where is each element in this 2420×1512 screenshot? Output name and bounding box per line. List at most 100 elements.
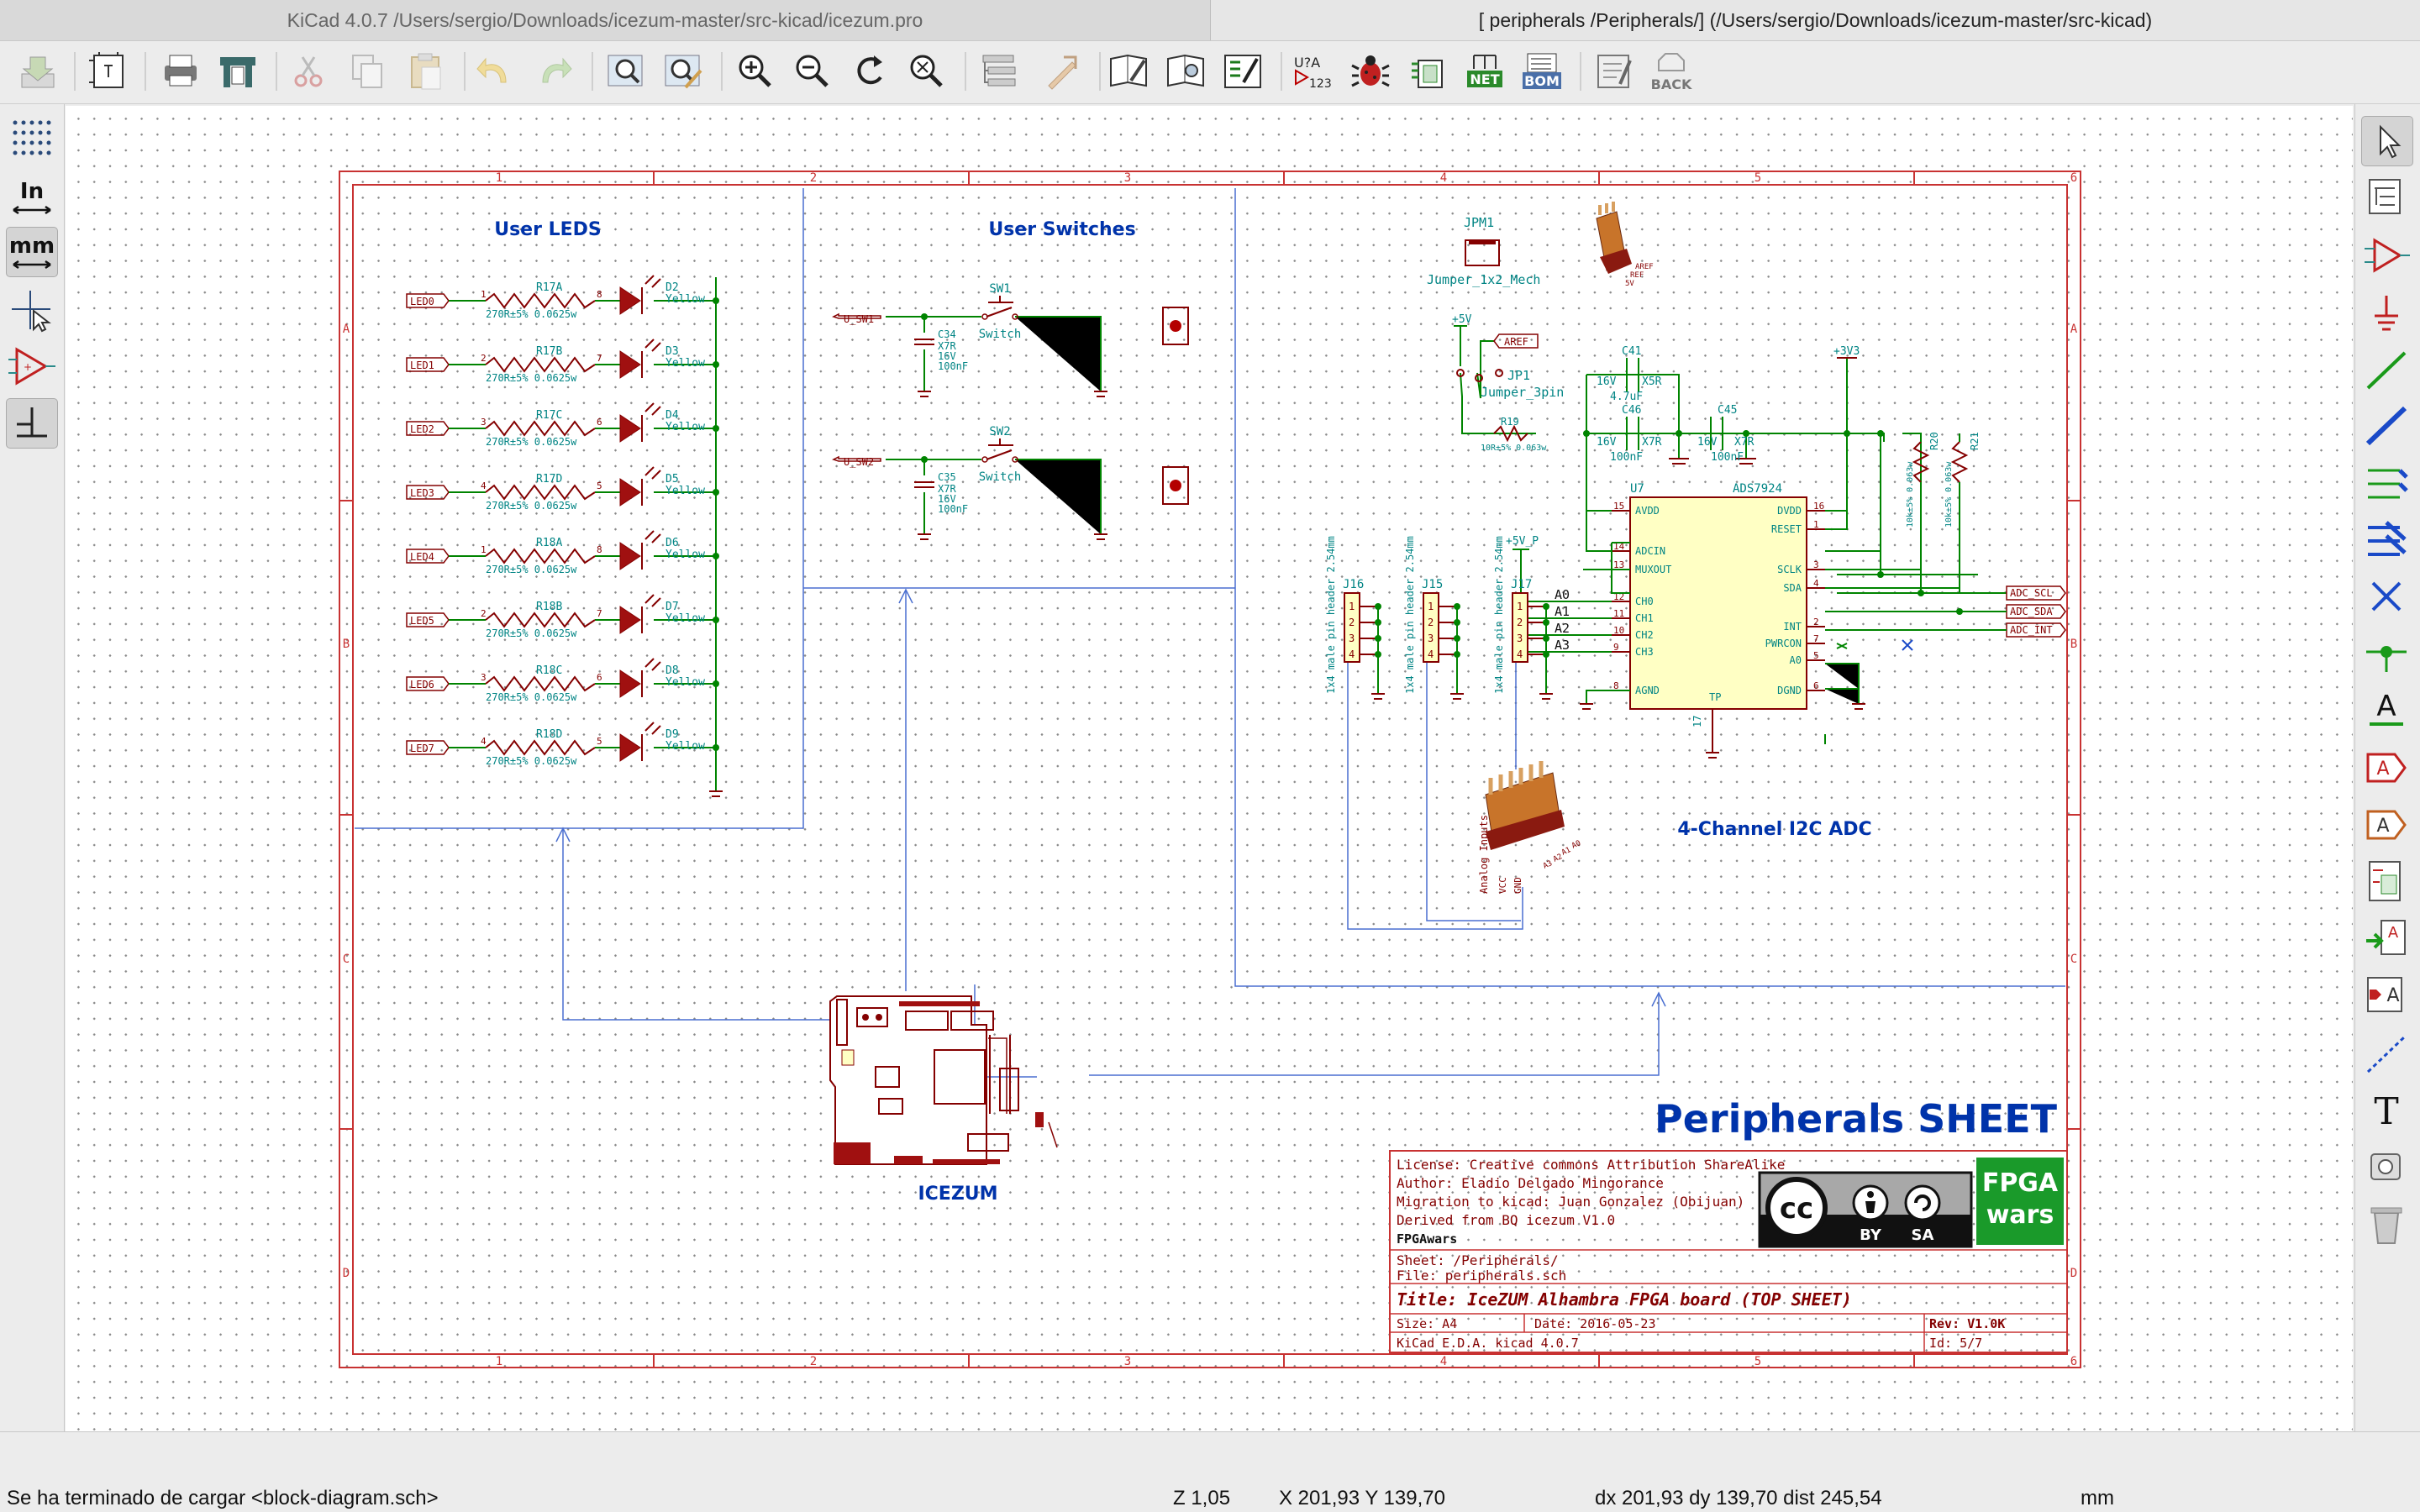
- adc-section: JPM1 Jumper_1x2_Mech AREF REF 5V +5V ARE…: [1325, 202, 2066, 894]
- migration-text: Migration to kicad: Juan Gonzalez (Obiju…: [1397, 1194, 1744, 1210]
- aref-pin-label: AREF: [1635, 263, 1654, 271]
- channel-label: A2: [1555, 621, 1570, 636]
- pin-header[interactable]: J15 1x4 male pin header 2.54mm 1 2 3 4: [1404, 536, 1464, 700]
- zoom-out-icon[interactable]: [790, 49, 835, 94]
- led-row[interactable]: LED5 R18B 270R±5% 0.0625w 2 7 D7Yellow: [406, 594, 719, 639]
- library-viewer-icon[interactable]: [1220, 49, 1265, 94]
- icezum-board-symbol[interactable]: [829, 995, 1058, 1165]
- netlist-icon[interactable]: NET: [1462, 49, 1507, 94]
- switch-sw2-circuit[interactable]: U_SW2 C35 X7R 16V 100nF SW2 Switch: [832, 425, 1189, 540]
- status-message: Se ha terminado de cargar <block-diagram…: [7, 1487, 439, 1509]
- cvpcb-icon[interactable]: [1405, 49, 1450, 94]
- sheet-title: Peripherals SHEET: [1655, 1096, 2058, 1142]
- hierarchy-icon[interactable]: [2361, 173, 2412, 222]
- zoom-fit-icon[interactable]: [904, 49, 950, 94]
- u7-right-pin-num: 16: [1813, 501, 1824, 512]
- library-browser-icon[interactable]: [1163, 49, 1208, 94]
- schematic-canvas[interactable]: 1 2 3 4 5 6 1 2 3 4 5 6 A B C D A B C D: [66, 106, 2353, 1431]
- bus-bus-entry-icon[interactable]: [2361, 516, 2412, 564]
- switch-sw1-circuit[interactable]: U_SW1 C34 X7R 16V 100nF SW1 Switch: [832, 282, 1189, 397]
- delete-icon[interactable]: [2361, 1200, 2412, 1248]
- resistor-ref: R18C: [536, 664, 562, 677]
- led-row[interactable]: LED2 R17C 270R±5% 0.0625w 3 6 D4Yellow: [406, 402, 719, 448]
- header-value: 1x4 male pin header 2.54mm: [1493, 536, 1505, 694]
- zoom-in-icon[interactable]: [733, 49, 778, 94]
- copy-icon[interactable]: [345, 49, 390, 94]
- erc-icon[interactable]: [1348, 49, 1393, 94]
- led-row[interactable]: LED4 R18A 270R±5% 0.0625w 1 8 D6Yellow: [406, 530, 719, 575]
- print-icon[interactable]: [158, 49, 203, 94]
- find-replace-icon[interactable]: [660, 49, 706, 94]
- jumper-jpm1[interactable]: JPM1 Jumper_1x2_Mech: [1427, 215, 1540, 287]
- resistor-ref: R17B: [536, 345, 562, 358]
- page-settings-icon[interactable]: [86, 49, 131, 94]
- library-editor-icon[interactable]: [1106, 49, 1151, 94]
- wire-bus-entry-icon[interactable]: [2361, 459, 2412, 507]
- save-icon[interactable]: [15, 49, 60, 94]
- u7-part: ADS7924: [1733, 482, 1782, 496]
- undo-icon[interactable]: [472, 49, 518, 94]
- redo-icon[interactable]: [531, 49, 576, 94]
- no-connect-icon[interactable]: [2361, 573, 2412, 622]
- pcbnew-icon[interactable]: [1591, 49, 1637, 94]
- led-net-label: LED0: [410, 296, 434, 307]
- redraw-icon[interactable]: [847, 49, 892, 94]
- units-mm-icon[interactable]: mm: [6, 227, 58, 277]
- import-sheet-pin-icon[interactable]: A: [2361, 914, 2412, 963]
- ref-pin-label: REF: [1630, 271, 1644, 280]
- global-label-icon[interactable]: A: [2361, 744, 2412, 793]
- led-row[interactable]: LED6 R18C 270R±5% 0.0625w 3 6 D8Yellow: [406, 658, 719, 703]
- header-ref: J17: [1511, 578, 1532, 591]
- hierarchical-sheet-icon[interactable]: [2361, 857, 2412, 906]
- select-icon[interactable]: [2361, 116, 2413, 166]
- place-component-icon[interactable]: [2361, 232, 2412, 281]
- hierarchy-navigator-icon[interactable]: [976, 49, 1022, 94]
- resistor-ref: R17D: [536, 473, 562, 486]
- r21-ref: R21: [1969, 432, 1981, 450]
- resistor-ref: R18B: [536, 601, 562, 613]
- pin-header[interactable]: J16 1x4 male pin header 2.54mm 1 2 3 4: [1325, 536, 1385, 700]
- led-ref: D4: [666, 409, 679, 422]
- led-row[interactable]: LED7 R18D 270R±5% 0.0625w 4 5 D9Yellow: [406, 722, 719, 767]
- aref-label: AREF: [1504, 336, 1528, 348]
- hierarchical-label-icon[interactable]: A: [2361, 801, 2412, 850]
- annotate-icon[interactable]: U?A 123: [1291, 49, 1336, 94]
- junction-icon[interactable]: [2361, 628, 2412, 677]
- switch-value: Switch: [979, 328, 1022, 341]
- aref-header-model: AREF REF 5V: [1596, 202, 1654, 288]
- back-annotate-icon[interactable]: BACK: [1649, 49, 1694, 94]
- units-inch-icon[interactable]: In: [7, 173, 57, 222]
- cursor-shape-icon[interactable]: [7, 286, 57, 334]
- led-row[interactable]: LED0 R17A 270R±5% 0.0625w 1 8 D2Yellow: [406, 275, 719, 320]
- led-net-label: LED6: [410, 679, 434, 690]
- header-ref: J15: [1422, 578, 1443, 591]
- cut-icon[interactable]: [286, 49, 331, 94]
- bom-icon[interactable]: BOM: [1519, 49, 1565, 94]
- text-icon[interactable]: T: [2361, 1085, 2412, 1134]
- image-icon[interactable]: [2361, 1144, 2412, 1193]
- adc-u7[interactable]: U7 ADS7924 AVDD15ADCIN14MUXOUT13CH012CH1…: [1586, 433, 1960, 759]
- graphic-line-icon[interactable]: [2361, 1030, 2412, 1079]
- wire-orientation-icon[interactable]: [6, 398, 58, 449]
- plot-icon[interactable]: [215, 49, 260, 94]
- paste-icon[interactable]: [403, 49, 449, 94]
- find-icon[interactable]: [603, 49, 649, 94]
- header-pin-num: 4: [1517, 648, 1523, 660]
- place-power-icon[interactable]: [2361, 289, 2412, 338]
- led-row[interactable]: LED1 R17B 270R±5% 0.0625w 2 7 D3Yellow: [406, 339, 719, 384]
- resistor-ref: R18A: [536, 537, 562, 549]
- show-hidden-pins-icon[interactable]: +: [7, 343, 57, 391]
- status-units: mm: [2081, 1487, 2114, 1509]
- led-net-label: LED3: [410, 487, 434, 499]
- wire-icon[interactable]: [2361, 346, 2412, 395]
- led-row[interactable]: LED3 R17D 270R±5% 0.0625w 4 5 D5Yellow: [406, 466, 719, 512]
- net-label-icon[interactable]: A: [2361, 684, 2412, 732]
- svg-text:123: 123: [1309, 77, 1332, 91]
- sheet-pin-icon[interactable]: A: [2361, 971, 2412, 1020]
- col-mark: 1: [496, 171, 502, 185]
- bus-icon[interactable]: [2361, 402, 2412, 450]
- resistor-value: 270R±5% 0.0625w: [486, 308, 577, 320]
- c45-dielectric: X7R: [1734, 436, 1754, 449]
- leave-sheet-icon[interactable]: [1039, 49, 1084, 94]
- show-grid-icon[interactable]: [7, 114, 57, 163]
